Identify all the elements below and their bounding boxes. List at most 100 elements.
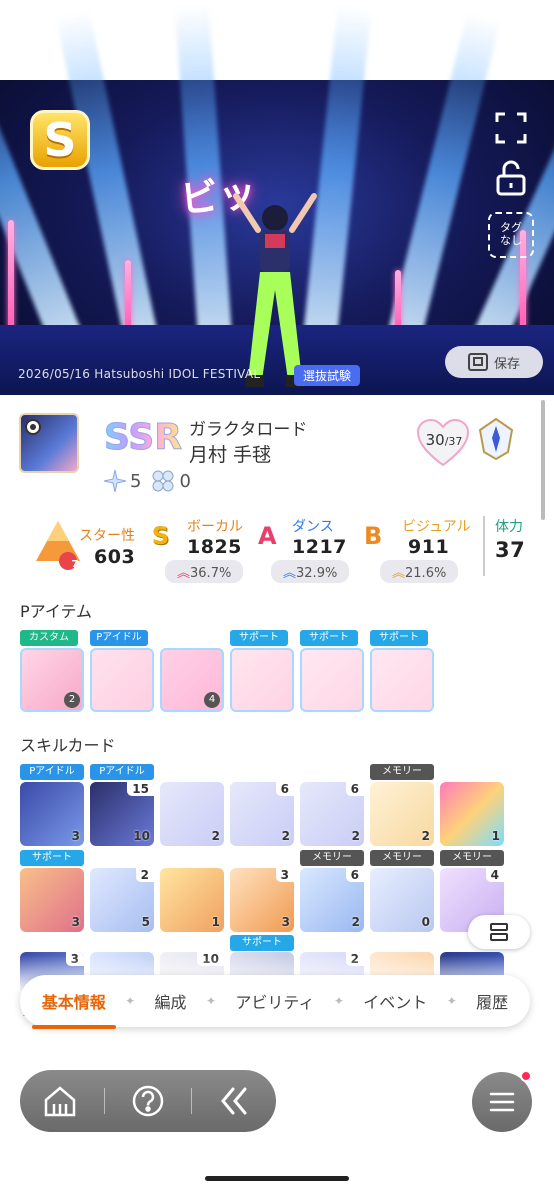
- stamina-label: 体力: [495, 519, 523, 535]
- home-icon[interactable]: [43, 1084, 77, 1118]
- tab-separator: ✦: [125, 994, 136, 1008]
- skill-cards-title: スキルカード: [20, 736, 116, 755]
- skill-card[interactable]: 3: [20, 868, 84, 932]
- layout-toggle-button[interactable]: [468, 915, 530, 949]
- p-item-card[interactable]: [370, 648, 434, 712]
- skill-card-corner-value: 15: [127, 782, 154, 796]
- skill-card-cost: 1: [211, 915, 220, 929]
- visual-pct-pill: ︽21.6%: [380, 560, 459, 583]
- star-clover-row: 5 0: [104, 470, 191, 492]
- p-item-badge: Pアイドル: [90, 630, 148, 646]
- skill-card[interactable]: 2: [160, 782, 224, 846]
- menu-button[interactable]: [472, 1070, 532, 1132]
- rank-badge: S: [30, 110, 90, 170]
- skill-card-badge: サポート: [20, 850, 84, 866]
- unlock-icon[interactable]: [496, 160, 526, 196]
- stage-view[interactable]: ビッ S タグ なし 2026/05/16 Hatsuboshi IDOL FE…: [0, 0, 554, 395]
- star-label: スター性: [79, 528, 135, 544]
- tab-history[interactable]: 履歴: [472, 989, 512, 1013]
- tag-button[interactable]: タグ なし: [488, 212, 534, 258]
- skill-card-badge: Pアイドル: [20, 764, 84, 780]
- p-item-card[interactable]: 4: [160, 648, 224, 712]
- skill-card-cost: 10: [133, 829, 150, 843]
- tab-event[interactable]: イベント: [359, 989, 431, 1013]
- stage-caption: 2026/05/16 Hatsuboshi IDOL FESTIVAL: [18, 367, 261, 381]
- p-item-card[interactable]: [230, 648, 294, 712]
- save-icon: [467, 353, 488, 371]
- skill-card[interactable]: 62: [300, 782, 364, 846]
- skill-card-cost: 2: [351, 915, 360, 929]
- visual-pct: 21.6%: [405, 566, 447, 581]
- level-current: 30: [425, 431, 445, 449]
- skill-card-corner-value: 2: [135, 868, 154, 882]
- skill-card[interactable]: 62: [300, 868, 364, 932]
- skill-card-cost: 3: [71, 915, 80, 929]
- tab-separator: ✦: [333, 994, 344, 1008]
- tag-label-line1: タグ: [500, 221, 522, 234]
- tab-formation[interactable]: 編成: [151, 989, 191, 1013]
- save-label: 保存: [493, 356, 520, 372]
- dance-grade: A: [258, 522, 277, 550]
- bottom-nav: [20, 1070, 276, 1132]
- skill-card-badge: メモリー: [370, 764, 434, 780]
- tab-ability[interactable]: アビリティ: [231, 989, 318, 1013]
- skill-card[interactable]: 25: [90, 868, 154, 932]
- p-item-badge: サポート: [230, 630, 288, 646]
- menu-icon: [489, 1092, 515, 1112]
- help-icon[interactable]: [131, 1084, 165, 1118]
- star-count: 5: [130, 470, 142, 492]
- star-value: 603: [94, 546, 136, 568]
- save-button[interactable]: 保存: [445, 346, 543, 378]
- skill-card-cost: 2: [281, 829, 290, 843]
- p-item-count: 2: [64, 692, 80, 708]
- skill-card[interactable]: 15 10: [90, 782, 154, 846]
- star-rank: 7: [71, 559, 79, 570]
- vocal-value: 1825: [187, 536, 242, 558]
- skill-card-cost: 0: [421, 915, 430, 929]
- dance-label: ダンス: [292, 519, 334, 535]
- home-indicator: [205, 1176, 349, 1181]
- skill-card-corner-value: 4: [485, 868, 504, 882]
- skill-card[interactable]: 0: [370, 868, 434, 932]
- dance-value: 1217: [292, 536, 347, 558]
- p-item-badge: サポート: [370, 630, 428, 646]
- skill-card-badge: メモリー: [440, 850, 504, 866]
- skill-card-cost: 2: [421, 829, 430, 843]
- skill-card-cost: 5: [141, 915, 150, 929]
- skill-card[interactable]: 1: [160, 868, 224, 932]
- scrollbar[interactable]: [541, 400, 545, 520]
- back-icon[interactable]: [219, 1084, 253, 1118]
- skill-card-cost: 3: [71, 829, 80, 843]
- card-thumbnail[interactable]: [19, 413, 79, 473]
- skill-card-cost: 2: [351, 829, 360, 843]
- skill-card[interactable]: 2: [370, 782, 434, 846]
- skill-card-badge: サポート: [230, 935, 294, 951]
- dance-pct: 32.9%: [296, 566, 338, 581]
- layout-toggle-icon: [490, 923, 508, 941]
- visual-value: 911: [408, 536, 450, 558]
- skill-card-corner-value: 6: [345, 868, 364, 882]
- vocal-pct-pill: ︽36.7%: [165, 560, 244, 583]
- skill-card-badge: メモリー: [370, 850, 434, 866]
- fullscreen-icon[interactable]: [495, 112, 527, 144]
- vocal-grade: S: [152, 522, 170, 550]
- nav-divider: [191, 1088, 193, 1114]
- skill-card[interactable]: 62: [230, 782, 294, 846]
- skill-card[interactable]: 33: [230, 868, 294, 932]
- skill-card[interactable]: 3: [20, 782, 84, 846]
- character-name: 月村 手毬: [189, 444, 272, 466]
- skill-card-cost: 3: [281, 915, 290, 929]
- nav-divider: [103, 1088, 105, 1114]
- p-item-card[interactable]: 2: [20, 648, 84, 712]
- stage-caption-tag: 選抜試験: [294, 365, 361, 386]
- p-item-card[interactable]: [300, 648, 364, 712]
- p-item-card[interactable]: [90, 648, 154, 712]
- sparkle-icon: [104, 470, 126, 492]
- gear-icon: [25, 419, 41, 435]
- skill-card-corner-value: 6: [345, 782, 364, 796]
- skill-card-cost: 1: [491, 829, 500, 843]
- p-items-title: Pアイテム: [20, 602, 93, 621]
- tab-basic-info[interactable]: 基本情報: [31, 989, 116, 1029]
- skill-card[interactable]: 1: [440, 782, 504, 846]
- vocal-label: ボーカル: [187, 519, 243, 535]
